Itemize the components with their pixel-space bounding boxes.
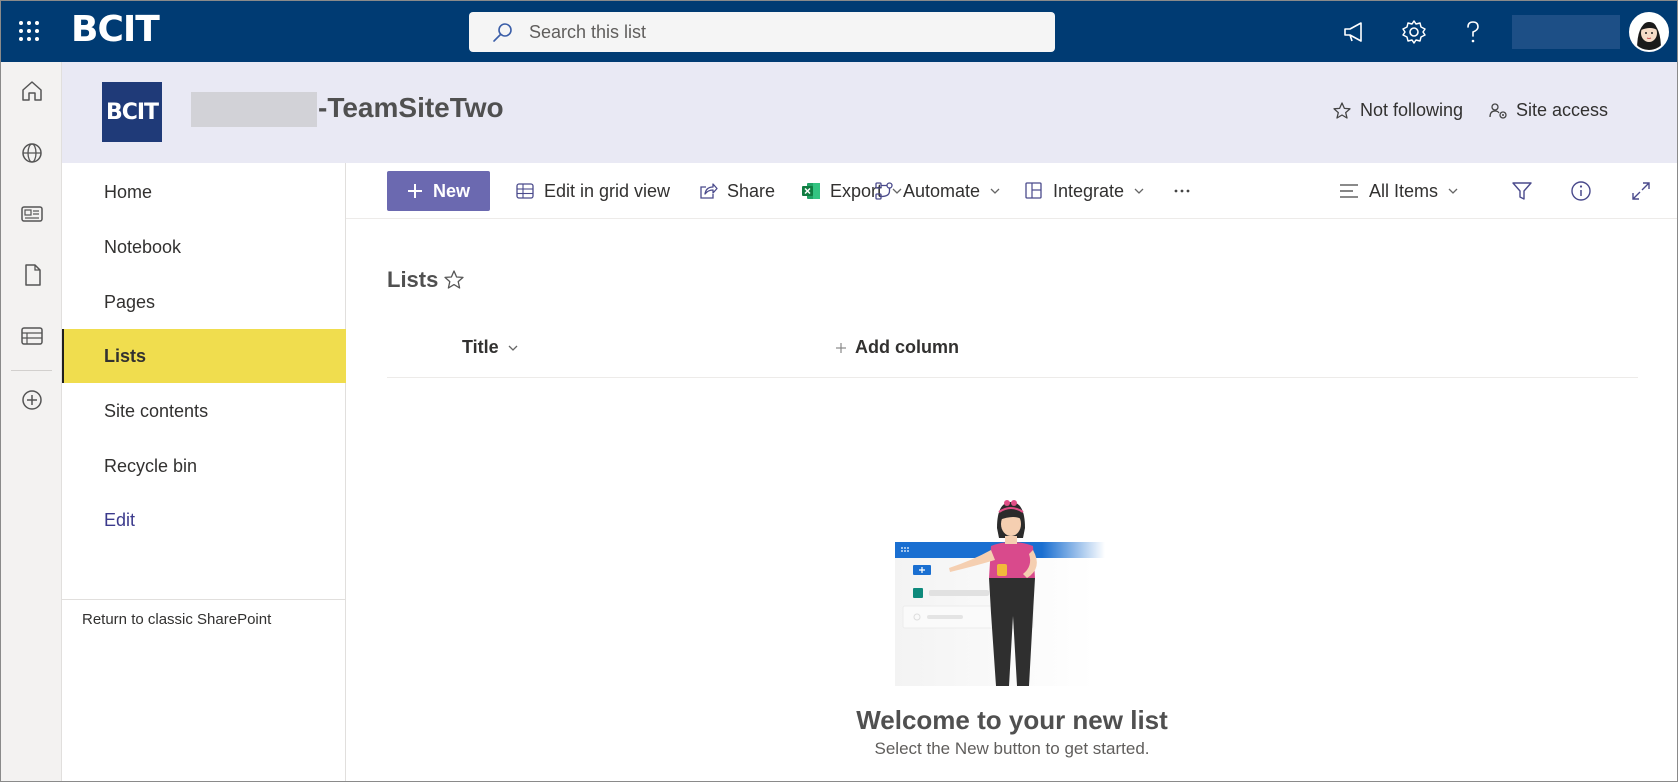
more-actions-button[interactable] [1172, 171, 1192, 211]
add-circle-icon[interactable] [19, 387, 45, 413]
header-divider [387, 377, 1638, 378]
nav-item-lists[interactable]: Lists [62, 329, 346, 383]
nav-item-notebook[interactable]: Notebook [62, 220, 346, 274]
page-title: Lists [387, 267, 439, 292]
account-name-redacted[interactable] [1512, 15, 1620, 49]
view-selector-label: All Items [1369, 180, 1439, 201]
user-avatar[interactable] [1629, 12, 1669, 52]
excel-icon [802, 183, 820, 199]
site-title[interactable]: -TeamSiteTwo [318, 92, 504, 124]
integrate-label: Integrate [1053, 180, 1125, 201]
return-to-classic-link[interactable]: Return to classic SharePoint [82, 611, 271, 628]
appbar-divider [11, 370, 52, 371]
automate-button[interactable]: Automate [874, 171, 1001, 211]
flow-icon [875, 182, 893, 200]
follow-button[interactable]: Not following [1332, 100, 1463, 121]
people-settings-icon [1489, 102, 1507, 119]
chevron-down-icon [990, 188, 1000, 194]
home-icon[interactable] [19, 78, 45, 104]
follow-label: Not following [1360, 100, 1464, 120]
automate-label: Automate [903, 180, 981, 201]
ellipsis-icon [1174, 189, 1190, 193]
plus-icon [407, 184, 422, 198]
grid-icon [516, 183, 534, 199]
globe-icon[interactable] [19, 140, 45, 166]
brand-logo[interactable]: BCIT [71, 9, 160, 50]
new-button[interactable]: New [387, 171, 490, 211]
integrate-icon [1025, 182, 1042, 199]
empty-state-title: Welcome to your new list [856, 705, 1168, 735]
nav-item-recycle-bin[interactable]: Recycle bin [62, 439, 346, 493]
help-icon[interactable] [1458, 17, 1488, 47]
column-header-title[interactable]: Title [462, 337, 519, 358]
nav-item-site-contents[interactable]: Site contents [62, 384, 346, 438]
chevron-down-icon [1448, 188, 1458, 194]
avatar-illustration-icon [1631, 14, 1667, 50]
star-outline-icon [1333, 101, 1351, 119]
share-button[interactable]: Share [698, 171, 775, 211]
new-button-label: New [432, 180, 470, 201]
empty-state-subtitle: Select the New button to get started. [874, 739, 1150, 758]
sharepoint-window: BCIT Search this list BCIT -TeamSiteTwo … [0, 0, 1678, 782]
view-selector[interactable]: All Items [1338, 171, 1459, 211]
command-bar: New Edit in grid view Share Export Autom… [346, 163, 1677, 219]
nav-divider [62, 599, 346, 600]
edit-grid-view-label: Edit in grid view [544, 180, 671, 201]
favorite-star-icon[interactable] [443, 269, 465, 291]
share-icon [700, 183, 718, 199]
search-input[interactable] [529, 20, 1029, 44]
integrate-button[interactable]: Integrate [1024, 171, 1145, 211]
lists-icon[interactable] [19, 323, 45, 349]
search-icon [493, 23, 512, 42]
site-name-redacted [191, 92, 317, 127]
column-title-label: Title [462, 337, 499, 357]
edit-grid-view-button[interactable]: Edit in grid view [515, 171, 670, 211]
search-box[interactable] [469, 12, 1055, 52]
add-column-button[interactable]: Add column [835, 337, 959, 358]
app-launcher-icon[interactable] [15, 17, 43, 45]
chevron-down-icon [508, 345, 518, 351]
news-icon[interactable] [19, 201, 45, 227]
filter-icon [1512, 182, 1532, 200]
plus-icon [836, 342, 846, 353]
left-navigation: Home Notebook Pages Lists Site contents … [62, 163, 346, 781]
add-column-label: Add column [855, 337, 959, 357]
fullscreen-button[interactable] [1630, 171, 1652, 211]
file-icon[interactable] [19, 262, 45, 288]
nav-edit-link[interactable]: Edit [62, 493, 346, 547]
empty-list-illustration [895, 500, 1105, 686]
nav-item-pages[interactable]: Pages [62, 275, 346, 329]
site-access-label: Site access [1516, 100, 1609, 120]
chevron-down-icon [1134, 188, 1144, 194]
site-header: BCIT -TeamSiteTwo Not following Site acc… [62, 62, 1677, 163]
megaphone-icon[interactable] [1340, 17, 1370, 47]
app-bar [1, 62, 62, 781]
expand-icon [1632, 182, 1650, 200]
site-logo[interactable]: BCIT [102, 82, 162, 142]
view-lines-icon [1340, 184, 1358, 198]
site-access-button[interactable]: Site access [1488, 100, 1608, 121]
settings-gear-icon[interactable] [1399, 17, 1429, 47]
info-icon [1571, 181, 1591, 201]
suite-bar: BCIT [1, 1, 1677, 62]
info-button[interactable] [1570, 171, 1592, 211]
share-label: Share [727, 180, 776, 201]
nav-item-home[interactable]: Home [62, 165, 346, 219]
filter-button[interactable] [1511, 171, 1533, 211]
